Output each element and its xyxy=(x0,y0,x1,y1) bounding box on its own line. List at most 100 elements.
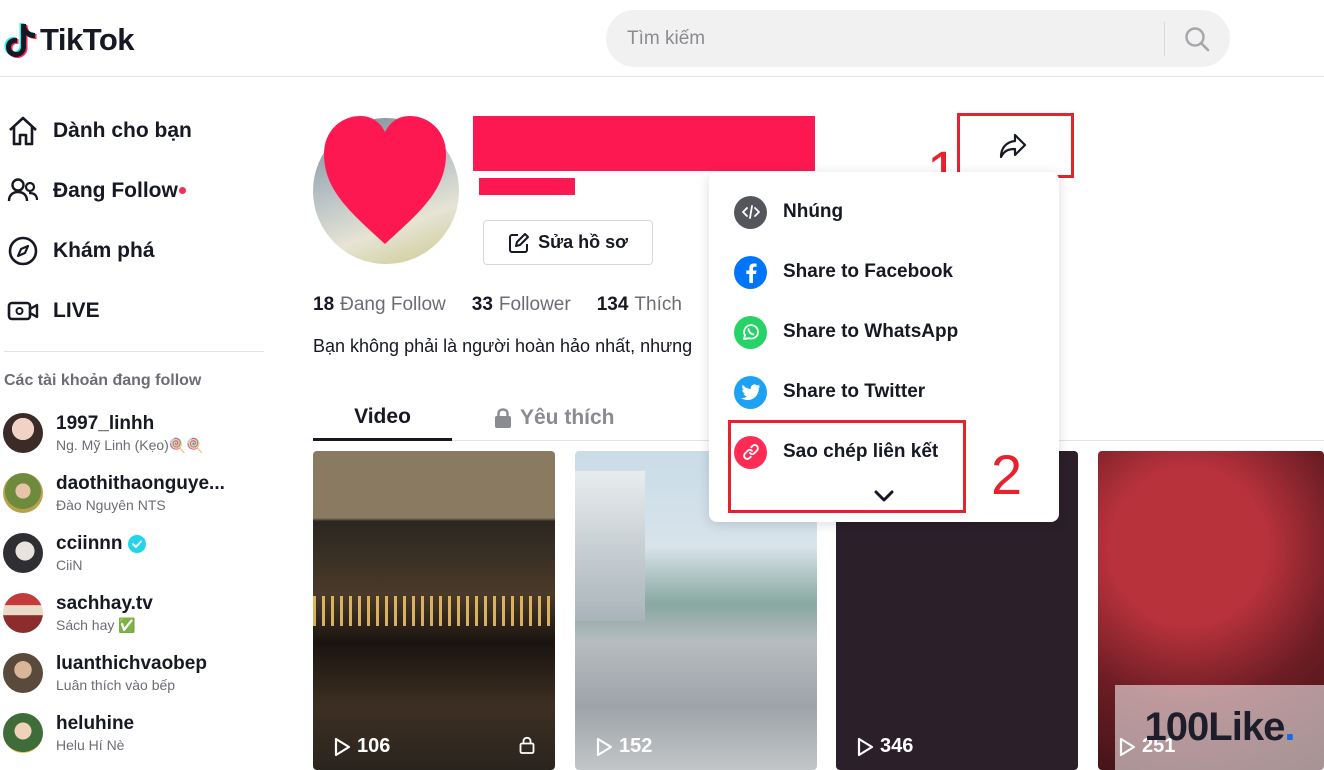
stat-following[interactable]: 18 Đang Follow xyxy=(313,294,446,316)
menu-item-facebook[interactable]: Share to Facebook xyxy=(734,254,953,290)
tab-label: Video xyxy=(354,405,411,428)
avatar xyxy=(3,653,43,693)
sidebar: Dành cho bạn Đang Follow Khám phá LIVE C… xyxy=(0,78,270,770)
annotation-number-2: 2 xyxy=(991,443,1023,506)
lock-icon xyxy=(519,736,535,754)
account-name: 1997_linhh xyxy=(56,412,155,434)
stat-label: Follower xyxy=(498,294,571,315)
whatsapp-icon xyxy=(734,315,767,349)
stat-number: 18 xyxy=(313,294,335,315)
compass-icon xyxy=(8,236,38,266)
avatar xyxy=(3,473,43,513)
nav-for-you[interactable]: Dành cho bạn xyxy=(6,106,192,156)
stat-label: Đang Follow xyxy=(340,294,446,315)
account-nickname: Helu Hí Nè xyxy=(56,737,125,753)
account-name: daothithaonguye... xyxy=(56,473,225,494)
stat-number: 134 xyxy=(596,294,629,315)
menu-item-embed[interactable]: Nhúng xyxy=(734,194,843,230)
tab-liked[interactable]: Yêu thích xyxy=(494,396,615,440)
following-account[interactable]: 1997_linhh Ng. Mỹ Linh (Kẹo)🍭🍭 xyxy=(3,408,263,458)
following-account[interactable]: luanthichvaobep Luân thích vào bếp xyxy=(3,648,263,698)
account-name: sachhay.tv xyxy=(56,592,153,614)
stat-followers[interactable]: 33 Follower xyxy=(472,294,571,316)
nav-following[interactable]: Đang Follow xyxy=(6,166,186,216)
annotation-box-2 xyxy=(728,420,966,513)
nav-label: Khám phá xyxy=(53,239,155,262)
menu-item-whatsapp[interactable]: Share to WhatsApp xyxy=(734,314,958,350)
nav-label: Đang Follow xyxy=(53,179,178,202)
view-count: 106 xyxy=(333,735,390,758)
logo-text: TikTok xyxy=(40,22,135,57)
search-icon xyxy=(1185,26,1210,51)
stat-label: Thích xyxy=(634,294,682,315)
edit-icon xyxy=(509,232,530,253)
redacted-nickname xyxy=(479,178,575,195)
following-account[interactable]: heluhine Helu Hí Nè xyxy=(3,708,263,758)
play-icon xyxy=(334,737,351,756)
stat-likes: 134 Thích xyxy=(597,294,682,316)
annotation-box-1 xyxy=(957,113,1074,178)
watermark: 100Like. xyxy=(1115,685,1324,770)
embed-icon xyxy=(734,195,767,229)
account-nickname: Đào Nguyên NTS xyxy=(56,497,166,513)
edit-profile-button[interactable]: Sửa hồ sơ xyxy=(483,220,653,265)
tab-label: Yêu thích xyxy=(520,406,615,429)
nav-label-wrap: Đang Follow xyxy=(53,179,186,203)
following-account[interactable]: sachhay.tv Sách hay ✅ xyxy=(3,588,263,638)
view-count: 152 xyxy=(595,735,652,758)
play-icon xyxy=(857,737,874,756)
account-text: 1997_linhh Ng. Mỹ Linh (Kẹo)🍭🍭 xyxy=(56,413,204,454)
video-thumbnail[interactable]: 106 xyxy=(313,451,555,770)
building-decoration xyxy=(575,471,645,621)
verified-badge-icon xyxy=(127,535,146,553)
search-bar xyxy=(606,10,1230,67)
menu-item-label: Nhúng xyxy=(783,201,844,222)
menu-item-label: Share to WhatsApp xyxy=(783,321,959,342)
following-account[interactable]: daothithaonguye... Đào Nguyên NTS xyxy=(3,468,263,518)
nav-live[interactable]: LIVE xyxy=(6,286,100,336)
account-text: daothithaonguye... Đào Nguyên NTS xyxy=(56,473,225,513)
watermark-dot: . xyxy=(1284,705,1295,749)
account-name: luanthichvaobep xyxy=(56,653,207,674)
tiktok-logo[interactable]: TikTok xyxy=(4,18,135,62)
account-text: cciinnn CiiN xyxy=(56,533,146,573)
account-nickname: CiiN xyxy=(56,557,83,573)
city-lights-decoration xyxy=(313,596,555,626)
avatar xyxy=(3,713,43,753)
profile-stats: 18 Đang Follow 33 Follower 134 Thích xyxy=(313,294,682,316)
account-text: luanthichvaobep Luân thích vào bếp xyxy=(56,653,207,693)
watermark-text: 100Like xyxy=(1144,705,1286,749)
view-count: 346 xyxy=(856,735,913,758)
menu-item-twitter[interactable]: Share to Twitter xyxy=(734,374,925,410)
search-button[interactable] xyxy=(1165,10,1229,67)
play-icon xyxy=(596,737,613,756)
following-account[interactable]: cciinnn CiiN xyxy=(3,528,263,578)
search-input[interactable] xyxy=(606,10,1164,67)
heart-cover-icon xyxy=(324,116,446,244)
account-name-row: cciinnn xyxy=(56,533,146,555)
lock-icon xyxy=(495,408,511,428)
account-nickname: Sách hay ✅ xyxy=(56,616,136,633)
home-icon xyxy=(9,116,37,146)
menu-item-label: Share to Twitter xyxy=(783,381,926,402)
edit-profile-label: Sửa hồ sơ xyxy=(538,232,628,252)
account-nickname: Ng. Mỹ Linh (Kẹo)🍭🍭 xyxy=(56,436,204,453)
account-nickname: Luân thích vào bếp xyxy=(56,677,176,693)
account-name: cciinnn xyxy=(56,533,123,554)
account-text: heluhine Helu Hí Nè xyxy=(56,713,134,753)
avatar xyxy=(3,413,43,453)
view-count-value: 152 xyxy=(619,735,653,757)
facebook-icon xyxy=(734,255,767,289)
tab-video[interactable]: Video xyxy=(313,396,452,441)
account-name: heluhine xyxy=(56,713,135,734)
view-count-value: 346 xyxy=(880,735,914,757)
following-icon xyxy=(7,178,39,202)
nav-label: LIVE xyxy=(53,299,100,322)
notification-dot xyxy=(178,187,186,194)
top-header: TikTok xyxy=(0,0,1324,77)
nav-label: Dành cho bạn xyxy=(53,119,192,142)
redacted-username xyxy=(473,116,815,171)
nav-explore[interactable]: Khám phá xyxy=(6,226,155,276)
view-count-value: 106 xyxy=(357,735,391,757)
account-text: sachhay.tv Sách hay ✅ xyxy=(56,593,153,634)
